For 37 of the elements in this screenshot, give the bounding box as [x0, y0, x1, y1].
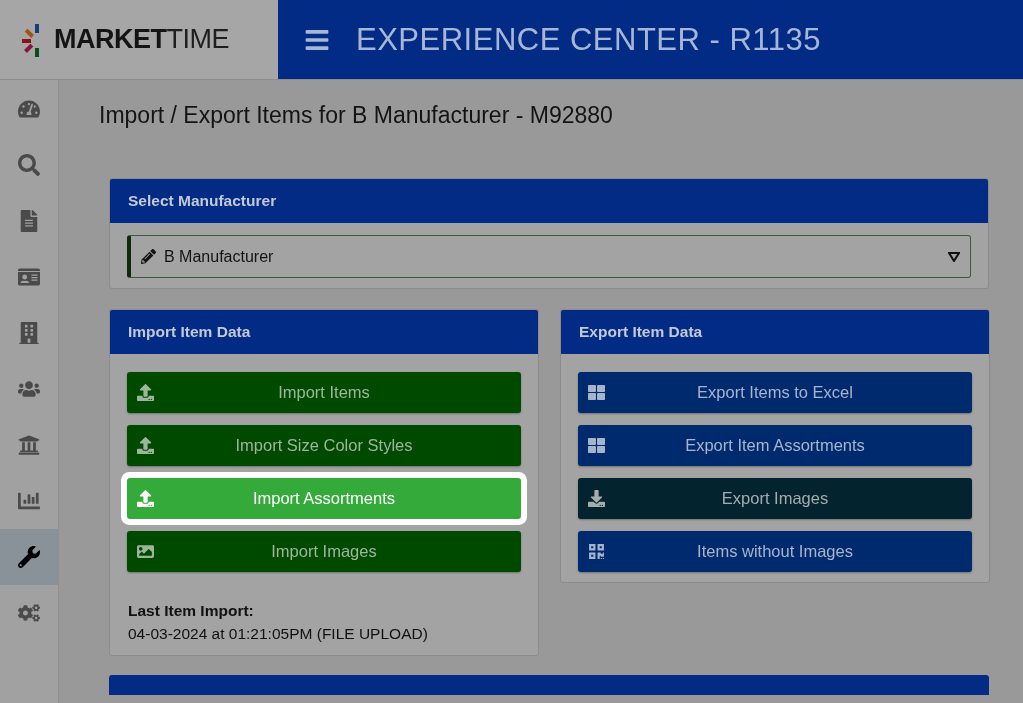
columns-building-icon [18, 434, 40, 456]
panel-title: Import Item Data [110, 310, 538, 354]
last-import-label: Last Item Import: [128, 602, 255, 620]
search-icon [18, 154, 40, 176]
action-button[interactable]: Export Images [578, 478, 972, 519]
document-icon [18, 210, 40, 232]
panel-title: Select Manufacturer [110, 179, 988, 223]
grid-icon [588, 384, 605, 401]
action-button[interactable]: Import Images [127, 531, 521, 572]
logo-text: MARKETTIME [54, 24, 229, 55]
upload-icon [137, 490, 154, 507]
download-icon [588, 490, 605, 507]
manufacturer-dropdown[interactable]: B Manufacturer [127, 235, 971, 278]
wrench-icon [18, 546, 40, 568]
settings-icon [18, 602, 40, 624]
sidebar-item[interactable] [0, 529, 58, 585]
grid-icon [588, 437, 605, 454]
image-icon [137, 543, 154, 560]
caret-icon [948, 251, 960, 262]
action-button[interactable]: Export Items to Excel [578, 372, 972, 413]
action-button[interactable]: Import Items [127, 372, 521, 413]
panel-title: Export Item Data [561, 310, 989, 354]
last-import-value: 04-03-2024 at 01:21:05PM (FILE UPLOAD) [128, 625, 429, 643]
action-button[interactable]: Export Item Assortments [578, 425, 972, 466]
action-button[interactable]: Import Size Color Styles [127, 425, 521, 466]
upload-icon [137, 384, 154, 401]
building-icon [18, 322, 40, 344]
people-icon [18, 378, 40, 400]
gauge-icon [18, 98, 40, 120]
bar-chart-icon [18, 490, 40, 512]
app-title: EXPERIENCE CENTER - R1135 [356, 20, 821, 59]
pencil-icon [141, 249, 156, 264]
id-card-icon [18, 266, 40, 288]
page-title: Import / Export Items for B Manufacturer - M92880 [99, 102, 614, 129]
upload-icon [137, 437, 154, 454]
action-button[interactable]: Items without Images [578, 531, 972, 572]
qr-code-icon [588, 543, 605, 560]
